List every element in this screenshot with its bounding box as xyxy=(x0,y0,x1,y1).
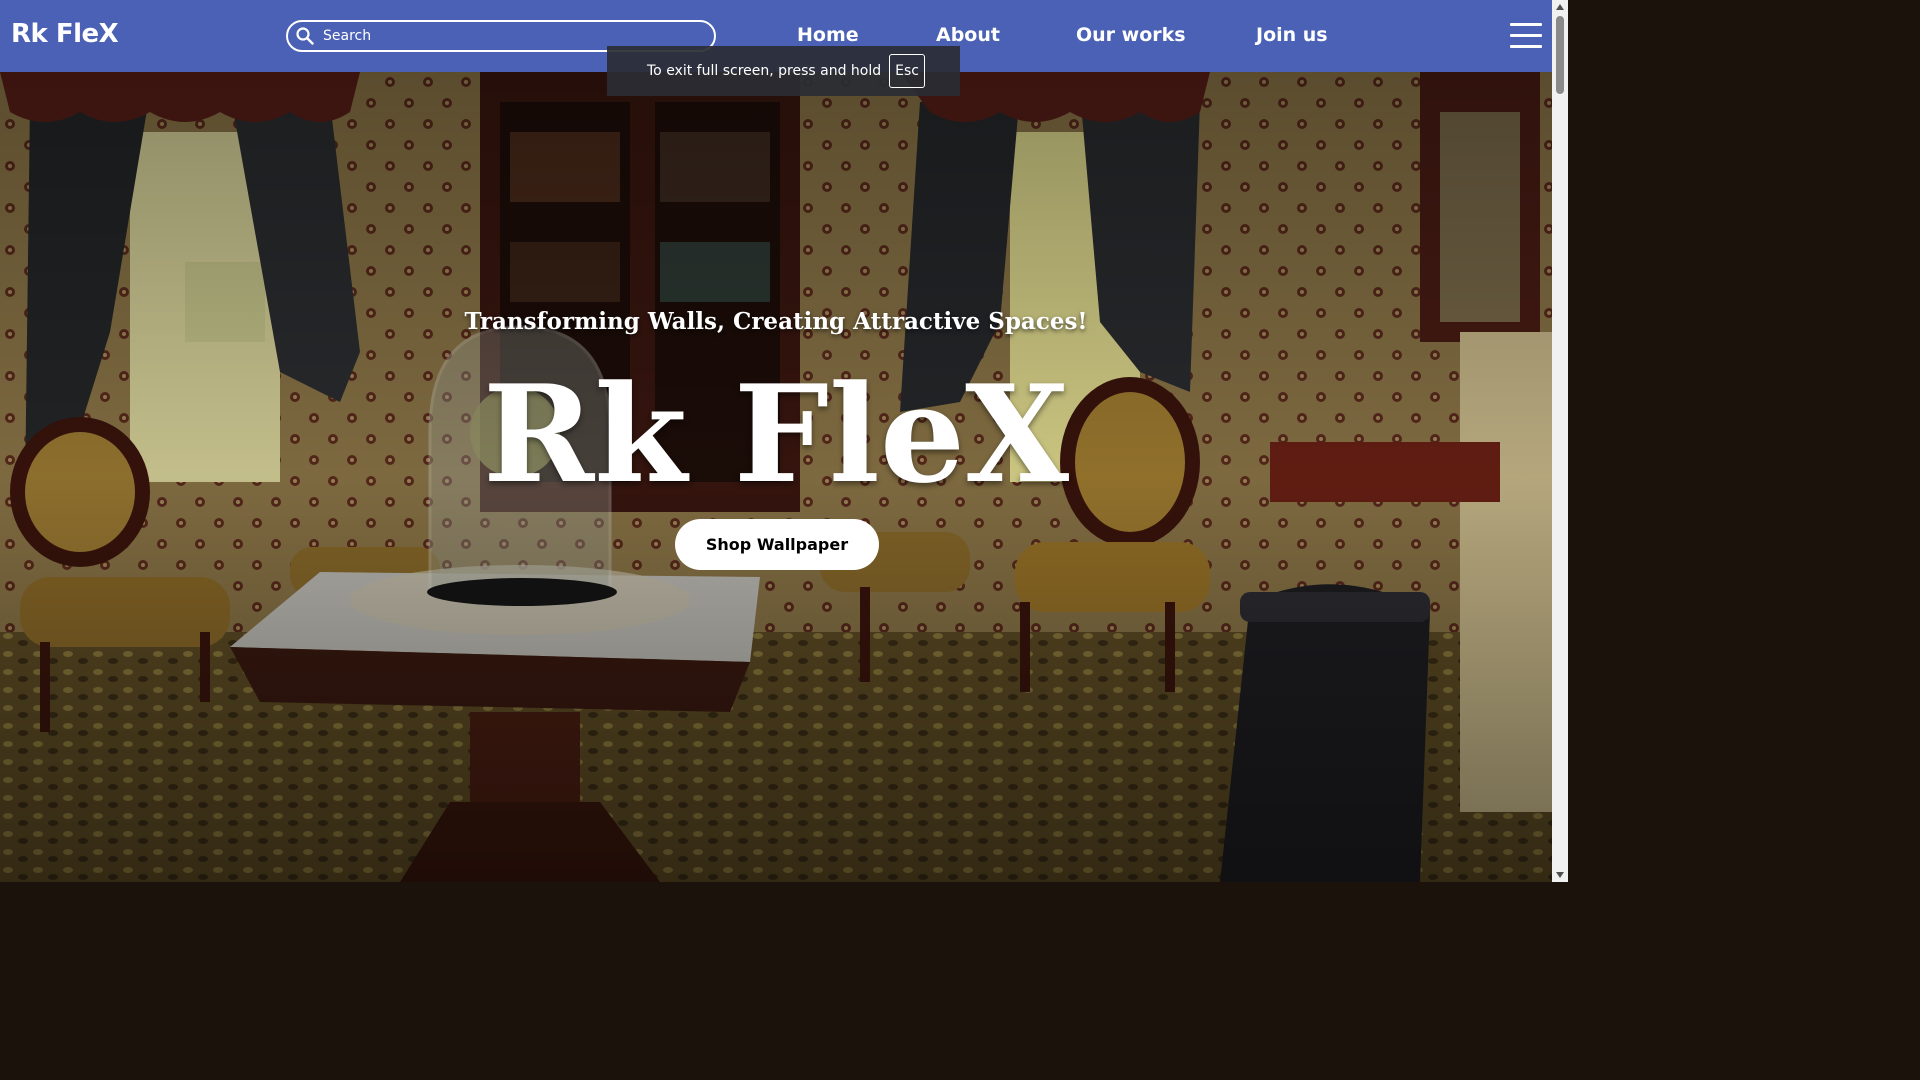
page: Transforming Walls, Creating Attractive … xyxy=(0,0,1568,882)
menu-line xyxy=(1510,45,1542,48)
fullscreen-notice-text: To exit full screen, press and hold xyxy=(647,63,882,79)
nav-link-our-works[interactable]: Our works xyxy=(1076,24,1186,46)
search-input[interactable] xyxy=(321,27,705,45)
nav-link-home[interactable]: Home xyxy=(797,24,859,46)
menu-line xyxy=(1510,23,1542,26)
menu-line xyxy=(1510,34,1542,37)
esc-key-badge: Esc xyxy=(889,54,925,88)
scroll-up-arrow-icon[interactable] xyxy=(1552,0,1568,14)
brand-logo[interactable]: Rk FleX xyxy=(11,19,119,49)
scrollbar-thumb[interactable] xyxy=(1556,16,1564,94)
vertical-scrollbar[interactable] xyxy=(1552,0,1568,882)
nav-link-join-us[interactable]: Join us xyxy=(1256,24,1328,46)
fullscreen-exit-notice: To exit full screen, press and hold Esc xyxy=(607,46,960,96)
hero-title: Rk FleX xyxy=(482,355,1070,513)
search-icon[interactable] xyxy=(295,26,315,46)
hero-section: Transforming Walls, Creating Attractive … xyxy=(0,72,1552,882)
nav-link-about[interactable]: About xyxy=(936,24,1000,46)
hamburger-menu-icon[interactable] xyxy=(1510,22,1544,50)
shop-wallpaper-button[interactable]: Shop Wallpaper xyxy=(675,519,879,570)
hero-tagline: Transforming Walls, Creating Attractive … xyxy=(464,308,1088,335)
scroll-down-arrow-icon[interactable] xyxy=(1552,868,1568,882)
